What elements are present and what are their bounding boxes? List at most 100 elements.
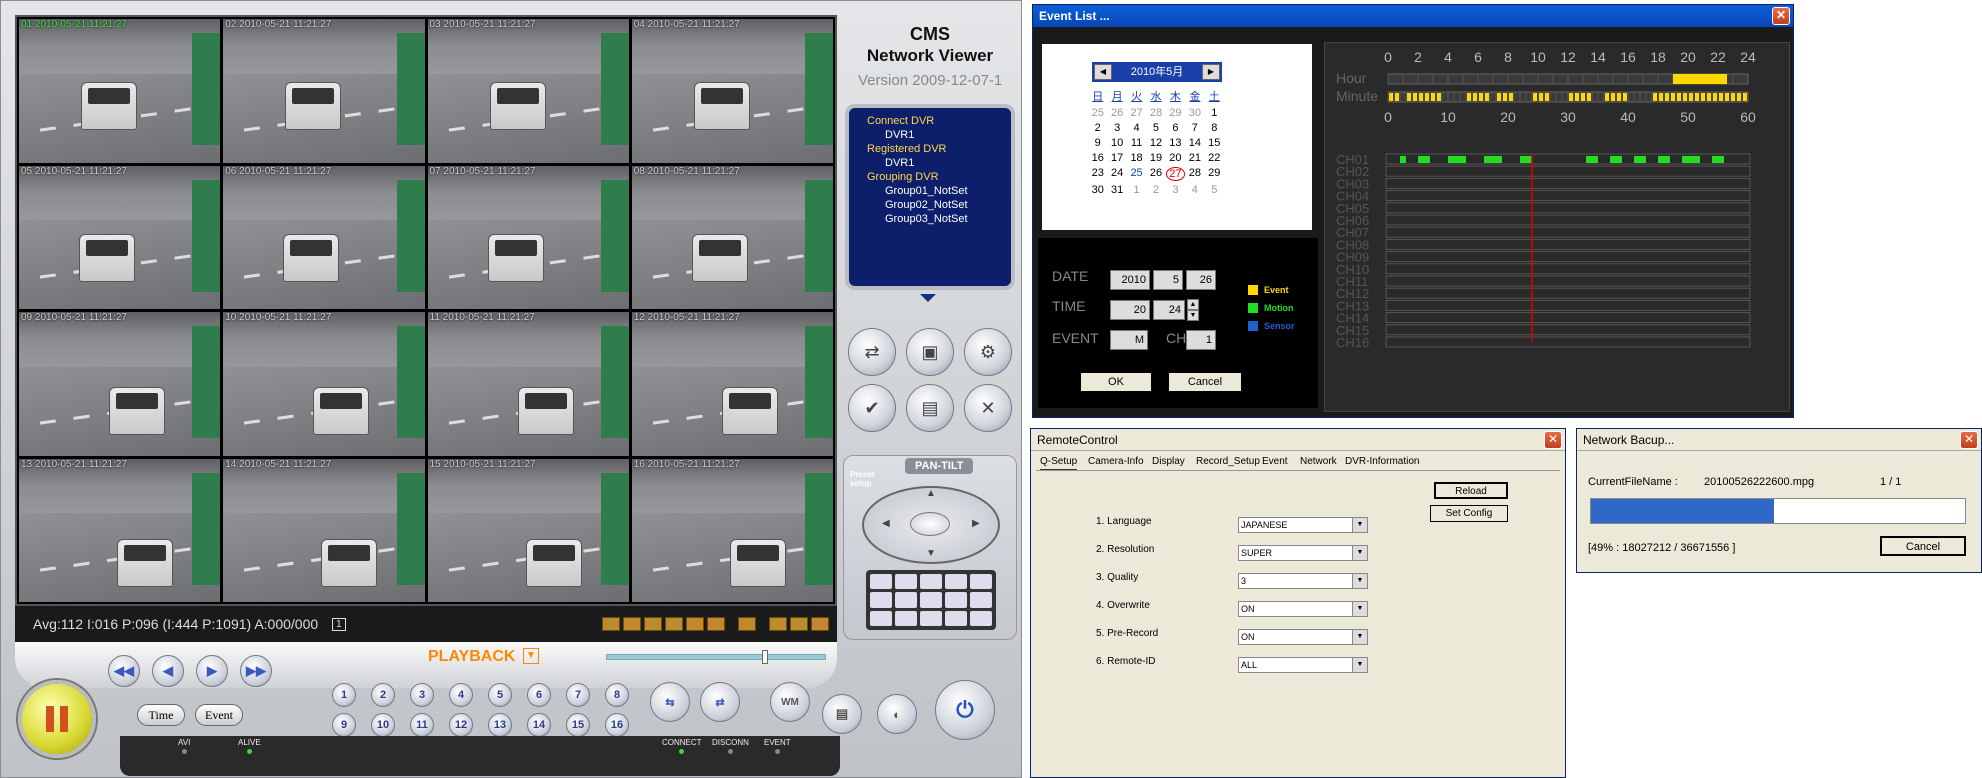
calendar-day[interactable]: 10 (1107, 137, 1126, 149)
tree-group02[interactable]: Group02_NotSet (867, 198, 1011, 212)
playback-slider-knob[interactable] (762, 650, 768, 664)
calendar-day[interactable]: 4 (1127, 122, 1146, 134)
timeline-chart[interactable]: 0 2 4 6 8 10 12 14 16 18 20 22 240 10 20 30 40 50 60CH01CH… (1324, 42, 1790, 412)
reload-button[interactable]: Reload (1434, 482, 1508, 499)
event-type-field[interactable]: M (1110, 330, 1148, 350)
camera-tile[interactable]: 04 2010-05-21 11:21:27 (631, 19, 833, 163)
camera-tile[interactable]: 08 2010-05-21 11:21:27 (631, 165, 833, 309)
camera-tile[interactable]: 13 2010-05-21 11:21:27 (19, 458, 221, 602)
calendar-day[interactable]: 27 (1165, 167, 1186, 181)
tree-grouping-dvr[interactable]: Grouping DVR (867, 170, 1011, 184)
check-icon[interactable]: ✔ (848, 384, 896, 432)
calendar-day[interactable]: 20 (1166, 152, 1185, 164)
pan-left-icon[interactable]: ◀ (882, 518, 890, 529)
remote-tab[interactable]: Q-Setup (1040, 456, 1078, 470)
forward-fast-button[interactable]: ▶▶ (240, 655, 272, 687)
setting-select[interactable]: JAPANESE (1238, 517, 1368, 533)
time-hour-field[interactable]: 20 (1110, 300, 1150, 320)
camera-tile[interactable]: 14 2010-05-21 11:21:27 (223, 458, 425, 602)
remote-tab[interactable]: Display (1152, 456, 1185, 470)
calendar-day[interactable]: 1 (1205, 107, 1224, 119)
calendar-day[interactable]: 23 (1088, 167, 1107, 181)
calendar-day[interactable]: 5 (1205, 184, 1224, 196)
playback-slider[interactable] (606, 654, 826, 660)
calendar-day[interactable]: 31 (1107, 184, 1126, 196)
calendar-day[interactable]: 27 (1127, 107, 1146, 119)
playback-label[interactable]: PLAYBACK (428, 648, 515, 666)
channel-button[interactable]: 5 (488, 683, 512, 707)
preset-button[interactable] (895, 610, 917, 626)
camera-tile[interactable]: 11 2010-05-21 11:21:27 (427, 312, 629, 456)
calendar-day[interactable]: 9 (1088, 137, 1107, 149)
preset-button[interactable] (945, 592, 967, 608)
backup-icon[interactable]: ⇆ (650, 682, 690, 722)
calendar-day[interactable]: 19 (1146, 152, 1165, 164)
camera-tile[interactable]: 06 2010-05-21 11:21:27 (223, 165, 425, 309)
network-connect-icon[interactable]: ⇄ (848, 328, 896, 376)
rewind-fast-button[interactable]: ◀◀ (108, 655, 140, 687)
calendar-day[interactable]: 1 (1127, 184, 1146, 196)
gear-icon[interactable]: ⚙ (964, 328, 1012, 376)
calendar-day[interactable]: 7 (1185, 122, 1204, 134)
tree-connect-dvr[interactable]: Connect DVR (867, 114, 1011, 128)
setting-select[interactable]: ON (1238, 629, 1368, 645)
date-year-field[interactable]: 2010 (1110, 270, 1150, 290)
camera-tile[interactable]: 05 2010-05-21 11:21:27 (19, 165, 221, 309)
channel-button[interactable]: 9 (332, 713, 356, 737)
calendar-day[interactable]: 21 (1185, 152, 1204, 164)
setting-select[interactable]: ON (1238, 601, 1368, 617)
audio-icon[interactable]: ◐ (877, 694, 917, 734)
preset-button[interactable] (870, 592, 892, 608)
preset-setup-label[interactable]: Preset setup (850, 470, 874, 488)
calendar-day[interactable]: 26 (1107, 107, 1126, 119)
camera-tile[interactable]: 07 2010-05-21 11:21:27 (427, 165, 629, 309)
layout-6-button[interactable] (644, 617, 662, 631)
spin-up-icon[interactable]: ▲ (1187, 299, 1199, 310)
calendar-day[interactable]: 24 (1107, 167, 1126, 181)
playback-dropdown-icon[interactable]: ▼ (523, 648, 539, 664)
setting-select[interactable]: SUPER (1238, 545, 1368, 561)
print-button[interactable] (790, 617, 808, 631)
camera-tile[interactable]: 09 2010-05-21 11:21:27 (19, 312, 221, 456)
sequence-button[interactable] (738, 617, 756, 631)
calendar-day[interactable]: 8 (1205, 122, 1224, 134)
calendar-day[interactable]: 13 (1166, 137, 1185, 149)
calendar-day[interactable]: 3 (1166, 184, 1185, 196)
calendar-day[interactable]: 15 (1205, 137, 1224, 149)
calendar-day[interactable]: 16 (1088, 152, 1107, 164)
layout-1-button[interactable] (602, 617, 620, 631)
pan-tilt-center-button[interactable] (910, 512, 950, 536)
calendar-day[interactable]: 14 (1185, 137, 1204, 149)
tree-scroll-down-icon[interactable] (920, 294, 936, 302)
remote-tab[interactable]: Event (1262, 456, 1288, 470)
pause-button[interactable] (18, 680, 96, 758)
calendar-day[interactable]: 30 (1185, 107, 1204, 119)
channel-button[interactable]: 8 (605, 683, 629, 707)
calendar-day[interactable]: 30 (1088, 184, 1107, 196)
preset-button[interactable] (970, 574, 992, 590)
tilt-up-icon[interactable]: ▲ (926, 488, 936, 499)
channel-button[interactable]: 14 (527, 713, 551, 737)
layout-4-button[interactable] (623, 617, 641, 631)
tree-group01[interactable]: Group01_NotSet (867, 184, 1011, 198)
preset-button[interactable] (870, 574, 892, 590)
search-log-icon[interactable]: ▣ (906, 328, 954, 376)
preset-button[interactable] (945, 574, 967, 590)
capture-button[interactable] (769, 617, 787, 631)
calendar-day[interactable]: 3 (1107, 122, 1126, 134)
prev-month-icon[interactable]: ◀ (1094, 64, 1112, 80)
camera-tile[interactable]: 01 2010-05-21 11:21:27 (19, 19, 221, 163)
watermark-icon[interactable]: WM (770, 682, 810, 722)
calendar-day[interactable]: 4 (1185, 184, 1204, 196)
channel-button[interactable]: 11 (410, 713, 434, 737)
time-search-button[interactable]: Time (137, 704, 185, 726)
tree-registered-dvr1[interactable]: DVR1 (867, 156, 1011, 170)
channel-button[interactable]: 12 (449, 713, 473, 737)
date-day-field[interactable]: 26 (1186, 270, 1216, 290)
channel-button[interactable]: 13 (488, 713, 512, 737)
power-icon[interactable]: ⏻ (935, 680, 995, 740)
camera-tile[interactable]: 16 2010-05-21 11:21:27 (631, 458, 833, 602)
event-list-titlebar[interactable]: Event List ... ✕ (1033, 5, 1793, 27)
cancel-button[interactable]: Cancel (1168, 372, 1242, 392)
calendar-day[interactable]: 26 (1146, 167, 1165, 181)
